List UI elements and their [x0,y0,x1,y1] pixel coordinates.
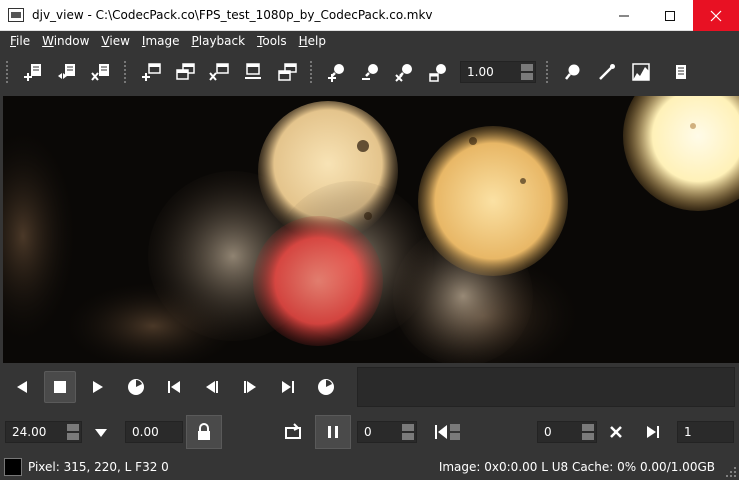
end-frame-display[interactable]: 1 [677,421,734,443]
zoom-value: 1.00 [467,65,494,79]
out-point-icon[interactable] [645,424,661,443]
menu-tools[interactable]: Tools [251,34,293,48]
menu-tools-label: ools [262,34,287,48]
minimize-icon[interactable] [601,0,647,31]
menu-playback-key: P [191,34,199,48]
zoom-in-icon[interactable] [322,57,352,87]
window-fullscreen-icon[interactable] [272,57,302,87]
close-icon[interactable] [693,0,739,31]
playback-controls: 24.00 0.00 0 0 1 [0,411,739,453]
menu-help[interactable]: Help [293,34,332,48]
title-bar[interactable]: djv_view - C:\CodecPack.co\FPS_test_1080… [0,0,739,31]
frame-next-icon[interactable] [234,371,266,403]
end-frame-value: 1 [684,425,692,439]
current-frame-value: 0 [364,425,372,439]
menu-window[interactable]: Window [36,34,95,48]
main-toolbar: 1.00 [0,51,739,93]
maximize-icon[interactable] [647,0,693,31]
toolbar-grip[interactable] [124,61,128,83]
menu-image[interactable]: Image [136,34,186,48]
in-point-spinbox[interactable]: 0 [537,421,597,443]
menu-playback-label: layback [198,34,246,48]
menu-window-key: W [42,34,54,48]
speed-value: 24.00 [12,425,47,439]
shuttle-frame-icon[interactable] [310,371,342,403]
play-reverse-icon[interactable] [6,371,38,403]
toolbar-grip[interactable] [546,61,550,83]
menu-view-label: iew [109,34,130,48]
video-frame [3,96,739,363]
menu-help-label: elp [307,34,327,48]
window-title: djv_view - C:\CodecPack.co\FPS_test_1080… [32,8,433,22]
display-icon [8,8,24,22]
app-window: djv_view - C:\CodecPack.co\FPS_test_1080… [0,0,739,480]
file-reload-icon[interactable] [52,57,82,87]
image-viewer[interactable] [3,96,739,363]
window-controls [601,0,739,31]
image-cache-info: Image: 0x0:0.00 L U8 Cache: 0% 0.00/1.00… [438,459,715,474]
menu-help-key: H [298,34,308,48]
toolbar-grip[interactable] [310,61,314,83]
menu-playback[interactable]: Playback [186,34,252,48]
window-new-icon[interactable] [136,57,166,87]
file-close-icon[interactable] [86,57,116,87]
chevron-down-icon[interactable] [94,427,108,441]
current-frame-spin-arrows[interactable] [402,424,414,440]
toolbar-grip[interactable] [6,61,10,83]
frame-timeline[interactable] [357,367,735,407]
real-speed-display: 0.00 [125,421,183,443]
menu-window-label: indow [53,34,90,48]
window-copy-icon[interactable] [170,57,200,87]
stop-icon[interactable] [44,371,76,403]
zoom-spin-arrows[interactable] [521,64,533,80]
menu-file[interactable]: File [4,34,36,48]
current-frame-spinbox[interactable]: 0 [357,421,417,443]
frame-previous-icon[interactable] [196,371,228,403]
zoom-spinbox[interactable]: 1.00 [460,61,536,83]
frame-end-icon[interactable] [272,371,304,403]
real-speed-value: 0.00 [132,425,159,439]
menu-bar: File Window View Image Playback Tools He… [0,31,739,51]
in-point-icon[interactable] [434,423,462,444]
magnify-icon[interactable] [558,57,588,87]
play-forward-icon[interactable] [82,371,114,403]
speed-spinbox[interactable]: 24.00 [5,421,82,443]
lock-icon[interactable] [186,415,222,449]
window-close-icon[interactable] [204,57,234,87]
pixel-readout: Pixel: 315, 220, L F32 0 [28,459,169,474]
info-icon[interactable] [666,57,696,87]
resize-grip-icon[interactable] [725,466,737,478]
frame-start-icon[interactable] [158,371,190,403]
color-picker-icon[interactable] [592,57,622,87]
pixel-color-swatch [4,457,22,476]
file-open-icon[interactable] [18,57,48,87]
in-point-value: 0 [544,425,552,439]
zoom-out-icon[interactable] [356,57,386,87]
shuttle-icon[interactable] [120,371,152,403]
histogram-icon[interactable] [626,57,656,87]
pause-in-out-icon[interactable] [315,415,351,449]
speed-spin-arrows[interactable] [67,424,79,440]
playback-bar [0,363,739,411]
menu-image-label: mage [145,34,180,48]
window-fit-icon[interactable] [238,57,268,87]
menu-file-label: ile [16,34,31,48]
loop-icon[interactable] [283,422,303,445]
menu-view[interactable]: View [95,34,135,48]
zoom-reset-icon[interactable] [390,57,420,87]
status-bar: Pixel: 315, 220, L F32 0 Image: 0x0:0.00… [0,453,739,480]
clear-icon[interactable] [609,425,623,442]
in-point-spin-arrows[interactable] [582,424,594,440]
view-fit-icon[interactable] [424,57,454,87]
